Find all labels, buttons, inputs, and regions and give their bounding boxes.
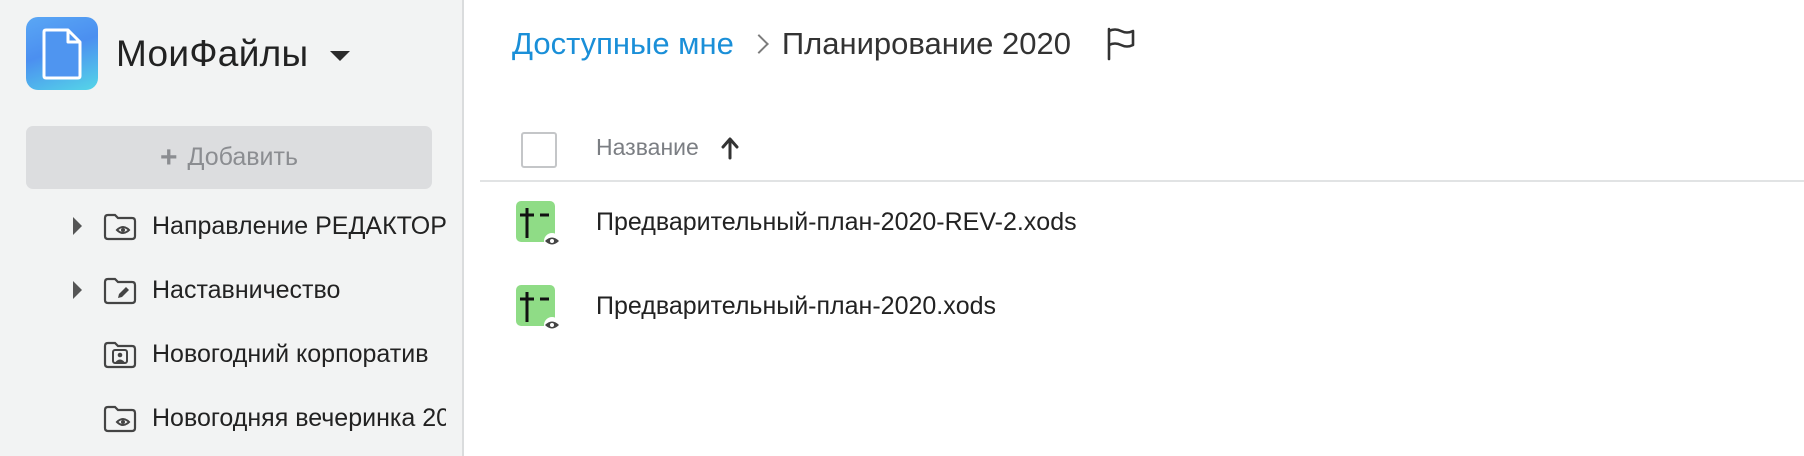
tree-item-label: Новогодний корпоратив: [152, 339, 429, 368]
shared-folder-icon: [103, 213, 137, 241]
add-button-label: Добавить: [187, 143, 299, 171]
tree-item-novogodnyaya-vecherinka[interactable]: Новогодняя вечеринка 2019: [0, 386, 446, 450]
tree-item-label: Направление РЕДАКТОР: [152, 211, 446, 240]
column-header-label: Название: [596, 134, 699, 160]
edit-folder-icon: [103, 277, 137, 305]
spreadsheet-view-only-icon: [516, 201, 560, 249]
breadcrumb-root-link[interactable]: Доступные мне: [512, 26, 734, 62]
sort-ascending-icon[interactable]: [721, 136, 739, 160]
main-content: Доступные мне Планирование 2020 Название…: [466, 0, 1804, 456]
expand-arrow-icon[interactable]: [73, 217, 82, 235]
tree-item-label: Новогодняя вечеринка 2019: [152, 403, 446, 432]
plus-icon: +: [159, 140, 178, 174]
expand-arrow-icon[interactable]: [73, 281, 82, 299]
breadcrumb-current: Планирование 2020: [781, 26, 1071, 61]
tree-item-novogodniy-korporativ[interactable]: Новогодний корпоратив: [0, 322, 446, 386]
file-icon: [42, 28, 82, 80]
flag-icon[interactable]: [1105, 27, 1137, 61]
tree-item-nastavnichestvo[interactable]: Наставничество: [0, 258, 446, 322]
select-all-checkbox[interactable]: [521, 132, 557, 168]
sidebar: МоиФайлы + Добавить Направление РЕДАКТОР…: [0, 0, 464, 456]
spreadsheet-view-only-icon: [516, 285, 560, 333]
file-row[interactable]: Предварительный-план-2020-REV-2.xods: [480, 182, 1804, 262]
list-header: Название: [480, 122, 1804, 182]
column-header-name[interactable]: Название: [596, 134, 739, 161]
file-name[interactable]: Предварительный-план-2020-REV-2.xods: [596, 208, 1077, 237]
chevron-down-icon[interactable]: [330, 50, 351, 61]
tree-item-redaktor[interactable]: Направление РЕДАКТОР: [0, 194, 446, 258]
shared-folder-icon: [103, 405, 137, 433]
file-name[interactable]: Предварительный-план-2020.xods: [596, 292, 996, 321]
add-button[interactable]: + Добавить: [26, 126, 432, 189]
tree-item-label: Наставничество: [152, 275, 341, 304]
app-title: МоиФайлы: [116, 32, 309, 74]
breadcrumb: Доступные мне Планирование 2020: [512, 22, 1137, 66]
app-switcher[interactable]: МоиФайлы: [26, 17, 351, 90]
app-logo: [26, 17, 98, 90]
user-folder-icon: [103, 341, 137, 369]
chevron-right-icon: [748, 34, 769, 54]
file-row[interactable]: Предварительный-план-2020.xods: [480, 266, 1804, 346]
